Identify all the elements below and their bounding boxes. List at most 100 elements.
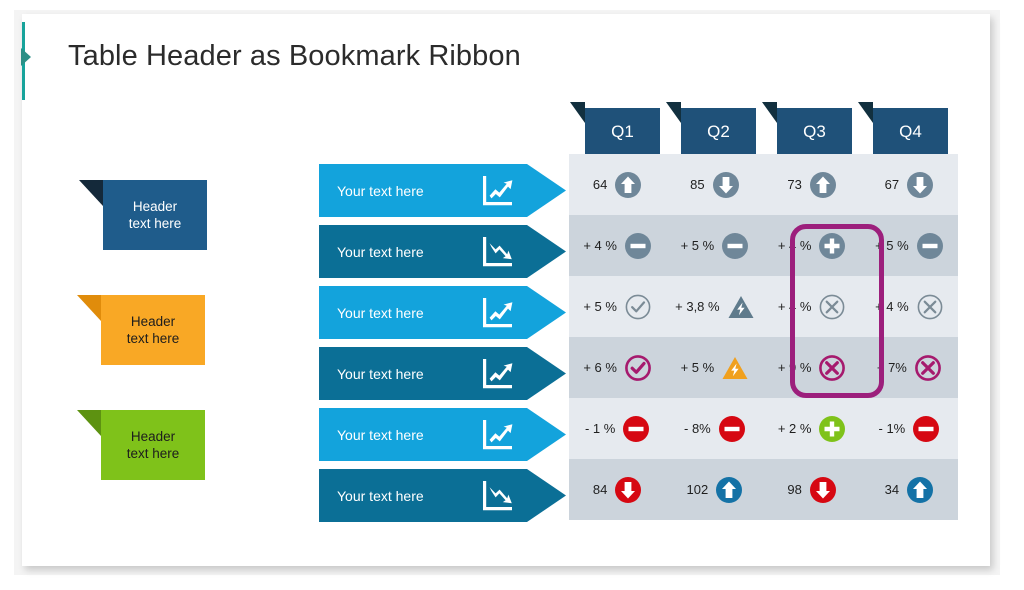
table-cell: + 4 % — [861, 276, 958, 337]
column-header-label: Q2 — [681, 108, 756, 156]
row-ribbon[interactable]: Your text here — [319, 347, 566, 400]
table-cell: + 5 % — [666, 215, 763, 276]
ribbon-fold-icon — [858, 102, 873, 123]
cell-value: 98 — [787, 482, 802, 497]
plus-circle-icon — [818, 415, 846, 443]
bookmark-line2: text here — [128, 216, 182, 231]
x-circle-outline-icon — [916, 293, 944, 321]
cell-value: 102 — [686, 482, 709, 497]
table-row: - 1 % - 8% + 2 % - 1% — [569, 398, 958, 459]
slide-canvas: Table Header as Bookmark Ribbon Header t… — [0, 0, 1024, 590]
header-bookmark-green[interactable]: Header text here — [77, 410, 205, 480]
table-cell: + 4 % — [569, 215, 666, 276]
row-ribbon[interactable]: Your text here — [319, 286, 566, 339]
cell-value: + 5 % — [875, 238, 909, 253]
cell-value: + 4 % — [583, 238, 617, 253]
table-cell: - 8% — [666, 398, 763, 459]
cell-value: + 5 % — [680, 238, 715, 253]
table-cell: - 1 % — [569, 398, 666, 459]
table-cell: 64 — [569, 154, 666, 215]
table-cell: - 1% — [861, 398, 958, 459]
cell-value: 73 — [787, 177, 802, 192]
chart-up-icon — [481, 419, 514, 450]
cell-value: + 4 % — [777, 299, 812, 314]
ribbon-fold-icon — [666, 102, 681, 123]
cell-value: - 1% — [878, 421, 906, 436]
table-row: 64 85 73 67 — [569, 154, 958, 215]
row-ribbon[interactable]: Your text here — [319, 469, 566, 522]
column-header-label: Q1 — [585, 108, 660, 156]
cell-value: + 5 % — [680, 360, 715, 375]
arrow-up-circle-icon — [614, 171, 642, 199]
x-circle-outline-icon — [914, 354, 942, 382]
ribbon-fold-icon — [762, 102, 777, 123]
table-cell: 84 — [569, 459, 666, 520]
column-header-label: Q3 — [777, 108, 852, 156]
table-cell: 98 — [764, 459, 861, 520]
bookmark-line1: Header — [130, 314, 176, 329]
table-row: 84 102 98 34 — [569, 459, 958, 520]
row-ribbon-label: Your text here — [337, 243, 424, 260]
check-circle-outline-icon — [624, 354, 652, 382]
table-cell: + 4 % — [764, 276, 861, 337]
chart-up-icon — [481, 358, 514, 389]
chart-up-icon — [481, 297, 514, 328]
table-cell: + 6 % — [569, 337, 666, 398]
table-cell: + 2 % — [764, 398, 861, 459]
minus-circle-icon — [916, 232, 944, 260]
bookmark-line2: text here — [126, 446, 180, 461]
table-cell: + 4 % — [764, 215, 861, 276]
row-ribbon[interactable]: Your text here — [319, 225, 566, 278]
bookmark-line2: text here — [126, 331, 180, 346]
header-bookmark-orange[interactable]: Header text here — [77, 295, 205, 365]
cell-value: + 7% — [876, 360, 907, 375]
check-circle-outline-icon — [624, 293, 652, 321]
column-header-q4[interactable]: Q4 — [858, 102, 948, 156]
cell-value: 67 — [884, 177, 900, 192]
row-ribbon-label: Your text here — [337, 426, 424, 443]
table-row: + 6 % + 5 % + 9 % + 7% — [569, 337, 958, 398]
arrow-down-circle-icon — [809, 476, 837, 504]
table-cell: + 5 % — [861, 215, 958, 276]
cell-value: + 6 % — [583, 360, 617, 375]
arrow-up-circle-icon — [715, 476, 743, 504]
row-ribbon-label: Your text here — [337, 487, 424, 504]
cell-value: - 8% — [684, 421, 711, 436]
cell-value: 84 — [592, 482, 608, 497]
row-ribbon-label: Your text here — [337, 365, 424, 382]
minus-circle-icon — [624, 232, 652, 260]
arrow-down-circle-icon — [712, 171, 740, 199]
chart-up-icon — [481, 175, 514, 206]
column-header-q1[interactable]: Q1 — [570, 102, 660, 156]
bookmark-label: Header text here — [103, 180, 207, 250]
arrow-down-circle-icon — [906, 171, 934, 199]
header-bookmark-blue[interactable]: Header text here — [79, 180, 207, 250]
bookmark-fold-icon — [79, 180, 103, 206]
cell-value: + 4 % — [777, 238, 812, 253]
cell-value: + 5 % — [583, 299, 617, 314]
row-ribbon[interactable]: Your text here — [319, 164, 566, 217]
warning-bolt-triangle-icon — [727, 293, 755, 321]
table-cell: 67 — [861, 154, 958, 215]
row-ribbon[interactable]: Your text here — [319, 408, 566, 461]
bookmark-fold-icon — [77, 410, 101, 436]
metrics-table: 64 85 73 67 + 4 % + 5 % + 4 % + 5 % + 5 % + 3,8 %… — [569, 154, 958, 526]
bookmark-line1: Header — [130, 429, 176, 444]
minus-circle-icon — [721, 232, 749, 260]
table-cell: 102 — [666, 459, 763, 520]
table-cell: + 5 % — [666, 337, 763, 398]
bookmark-label: Header text here — [101, 295, 205, 365]
table-cell: + 9 % — [764, 337, 861, 398]
table-cell: 73 — [764, 154, 861, 215]
cell-value: 64 — [592, 177, 608, 192]
column-header-q2[interactable]: Q2 — [666, 102, 756, 156]
bookmark-label: Header text here — [101, 410, 205, 480]
table-row: + 4 % + 5 % + 4 % + 5 % — [569, 215, 958, 276]
cell-value: + 9 % — [777, 360, 812, 375]
teal-accent-arrow-icon — [21, 48, 31, 66]
column-header-q3[interactable]: Q3 — [762, 102, 852, 156]
ribbon-fold-icon — [570, 102, 585, 123]
row-ribbon-label: Your text here — [337, 304, 424, 321]
arrow-up-circle-icon — [809, 171, 837, 199]
row-ribbon-label: Your text here — [337, 182, 424, 199]
